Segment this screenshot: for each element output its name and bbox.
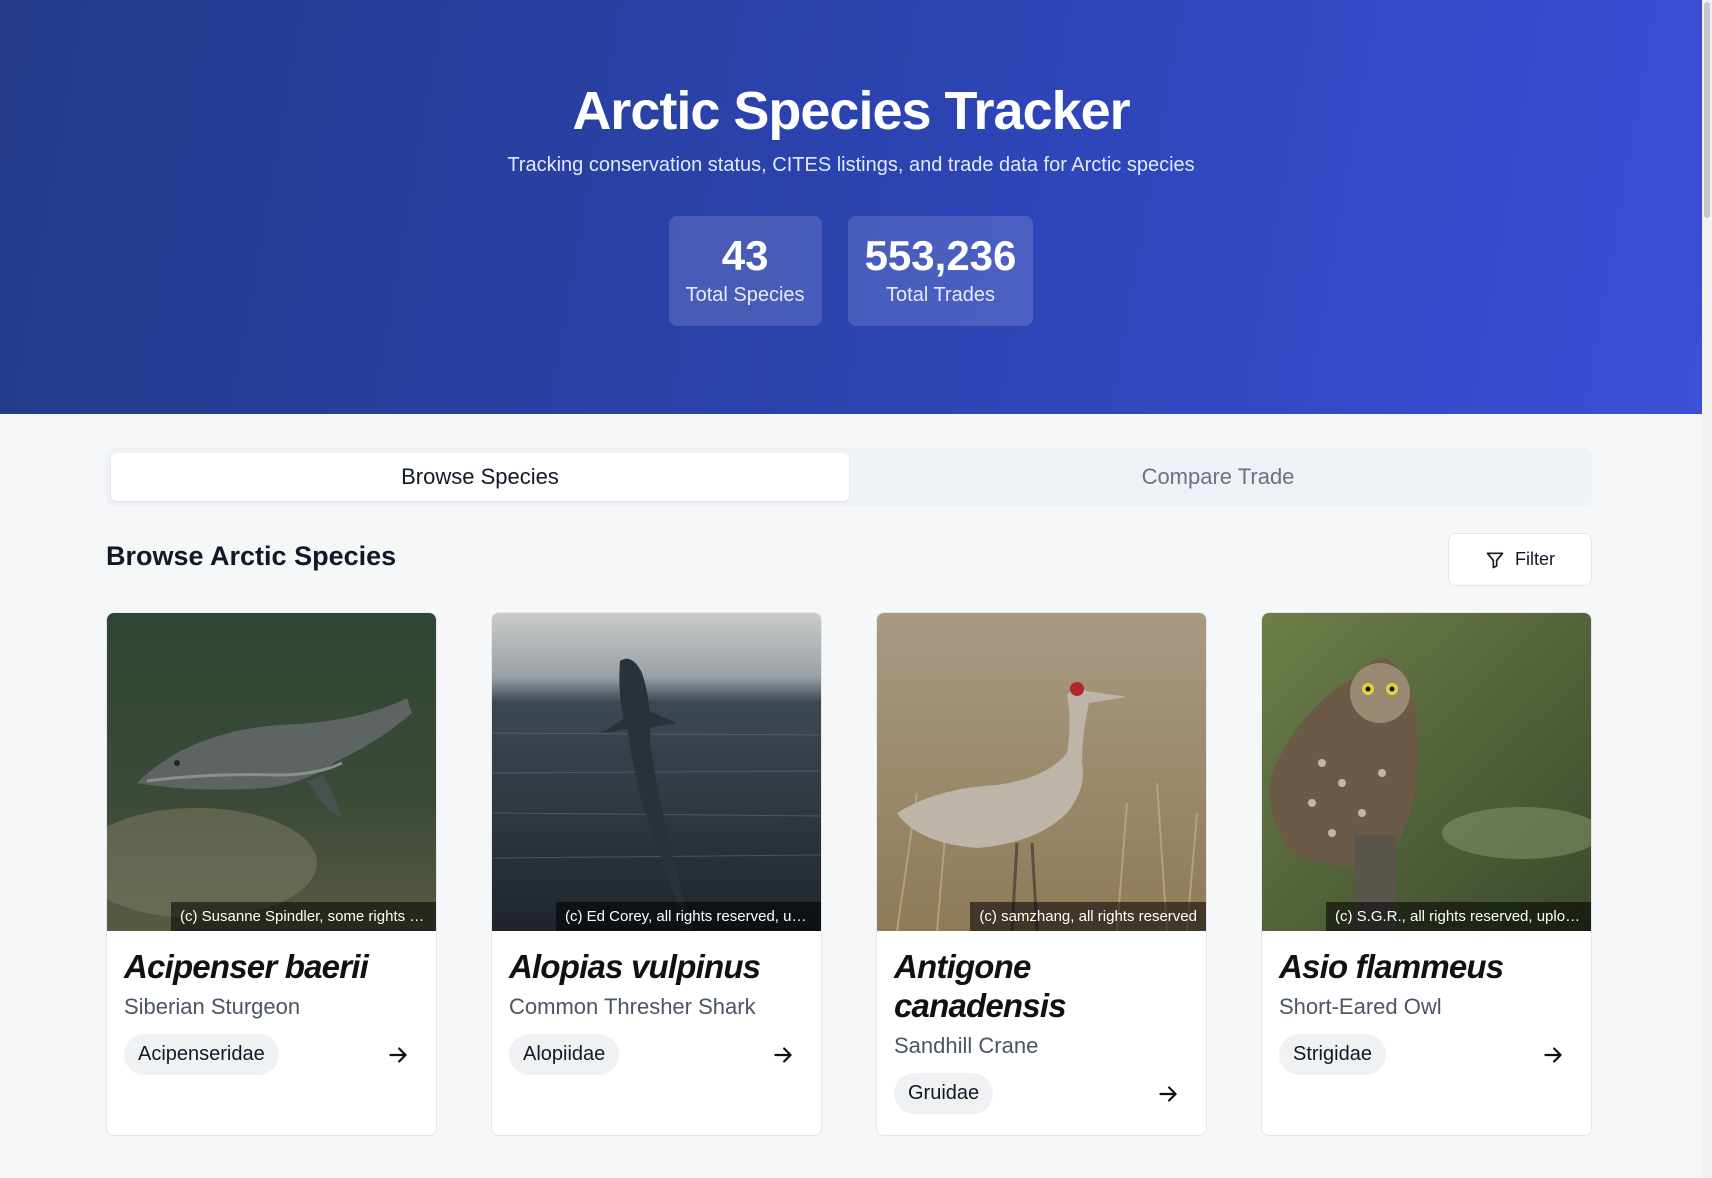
stat-label: Total Species [685,284,805,306]
species-card[interactable]: (c) samzhang, all rights reserved Antigo… [876,612,1207,1136]
arrow-right-icon[interactable] [770,1042,796,1068]
arrow-right-icon[interactable] [1155,1081,1181,1107]
scientific-name: Antigone canadensis [894,948,1067,1024]
scientific-name: Alopias vulpinus [509,948,761,985]
stats-row: 43 Total Species 553,236 Total Trades [0,216,1702,326]
common-name: Sandhill Crane [894,1033,1039,1058]
species-card[interactable]: (c) S.G.R., all rights reserved, uploade… [1261,612,1592,1136]
arrow-right-icon[interactable] [385,1042,411,1068]
scientific-name: Acipenser baerii [124,948,369,985]
tab-bar: Browse Species Compare Trade [106,448,1592,506]
stat-value: 43 [721,232,769,279]
stat-total-species: 43 Total Species [668,216,822,326]
tab-browse-species[interactable]: Browse Species [111,453,849,501]
section-title: Browse Arctic Species [106,541,397,571]
photo-credit: (c) Ed Corey, all rights reserved, uploa… [556,902,821,931]
page-subtitle: Tracking conservation status, CITES list… [507,154,1195,176]
filter-icon [1486,552,1504,568]
common-name: Common Thresher Shark [509,994,756,1019]
shark-photo: (c) Ed Corey, all rights reserved, uploa… [492,613,821,931]
sturgeon-photo: (c) Susanne Spindler, some rights reserv… [107,613,436,931]
family-badge: Acipenseridae [124,1034,279,1075]
photo-credit: (c) samzhang, all rights reserved [970,902,1206,931]
filter-button[interactable]: Filter [1448,533,1592,586]
filter-label: Filter [1515,549,1555,569]
species-card[interactable]: (c) Susanne Spindler, some rights reserv… [106,612,437,1136]
common-name: Siberian Sturgeon [124,994,301,1019]
owl-photo: (c) S.G.R., all rights reserved, uploade… [1262,613,1591,931]
family-badge: Alopiidae [509,1034,620,1075]
stat-label: Total Trades [886,284,995,306]
scientific-name: Asio flammeus [1279,948,1504,985]
arrow-right-icon[interactable] [1540,1042,1566,1068]
crane-photo: (c) samzhang, all rights reserved [877,613,1206,931]
family-badge: Strigidae [1279,1034,1386,1075]
tab-compare-trade[interactable]: Compare Trade [849,453,1587,501]
photo-credit: (c) Susanne Spindler, some rights reserv… [171,902,436,931]
common-name: Short-Eared Owl [1279,994,1442,1019]
species-grid: (c) Susanne Spindler, some rights reserv… [106,612,1592,1136]
scrollbar-thumb[interactable] [1704,2,1710,218]
scrollbar[interactable] [1702,0,1712,1178]
hero-header: Arctic Species Tracker Tracking conserva… [0,0,1702,414]
page: Arctic Species Tracker Tracking conserva… [0,0,1702,1178]
family-badge: Gruidae [894,1073,994,1114]
species-card[interactable]: (c) Ed Corey, all rights reserved, uploa… [491,612,822,1136]
page-title: Arctic Species Tracker [572,81,1130,141]
stat-total-trades: 553,236 Total Trades [847,216,1034,326]
stat-value: 553,236 [864,232,1017,279]
photo-credit: (c) S.G.R., all rights reserved, uploade… [1326,902,1591,931]
